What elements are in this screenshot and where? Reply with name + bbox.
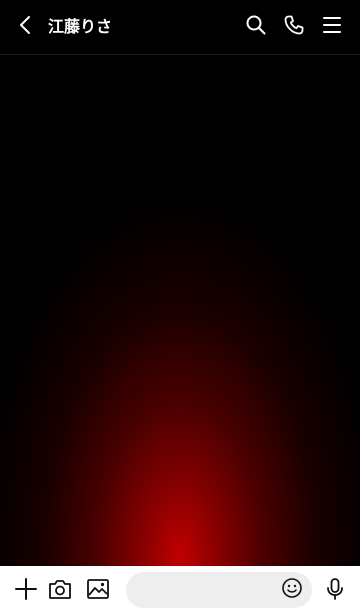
emoji-icon (281, 577, 303, 603)
call-button[interactable] (282, 15, 306, 39)
back-button[interactable] (14, 15, 38, 39)
search-icon (244, 13, 268, 41)
menu-icon (320, 13, 344, 41)
voice-button[interactable] (322, 578, 348, 604)
contact-name: 江藤りさ (48, 17, 113, 36)
gallery-button[interactable] (85, 578, 111, 604)
chat-screen: 江藤りさ (0, 0, 360, 616)
image-icon (85, 576, 111, 606)
add-button[interactable] (13, 578, 39, 604)
back-chevron-icon (14, 13, 38, 41)
phone-icon (282, 13, 306, 41)
emoji-button[interactable] (280, 578, 304, 602)
search-button[interactable] (244, 15, 268, 39)
menu-button[interactable] (320, 15, 344, 39)
chat-header: 江藤りさ (0, 0, 360, 54)
message-input-pill[interactable] (126, 572, 312, 610)
camera-icon (47, 576, 73, 606)
microphone-icon (322, 576, 348, 606)
message-input[interactable] (138, 572, 282, 610)
chat-message-area[interactable] (0, 55, 360, 566)
plus-icon (13, 576, 39, 606)
camera-button[interactable] (47, 578, 73, 604)
message-composer (0, 566, 360, 616)
